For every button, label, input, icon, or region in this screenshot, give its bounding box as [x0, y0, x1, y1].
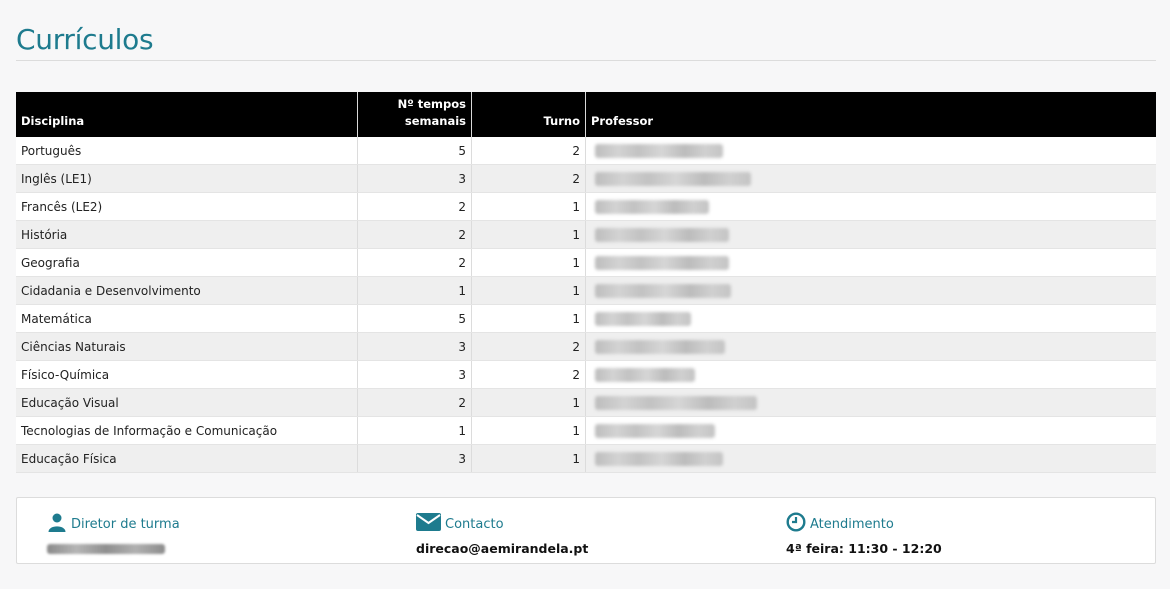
cell-tempos: 3	[357, 360, 472, 389]
header-tempos-line2: semanais	[404, 114, 466, 128]
header-turno: Turno	[471, 92, 586, 137]
table-row: Tecnologias de Informação e Comunicação 1…	[16, 416, 1156, 445]
clock-icon	[786, 512, 806, 536]
professor-name-redacted	[595, 367, 695, 382]
professor-name-redacted	[595, 171, 751, 186]
title-divider	[16, 60, 1156, 61]
cell-professor	[585, 416, 1156, 445]
cell-disciplina: Ciências Naturais	[16, 332, 358, 361]
table-row: Geografia 2 1	[16, 248, 1156, 277]
table-header-row: Disciplina Nº tempos semanais Turno Prof…	[16, 92, 1156, 137]
cell-professor	[585, 276, 1156, 305]
professor-name-redacted	[595, 339, 725, 354]
cell-turno: 1	[471, 388, 586, 417]
table-row: Português 5 2	[16, 137, 1156, 165]
contacto-label: Contacto	[445, 516, 504, 532]
cell-professor	[585, 137, 1156, 165]
cell-turno: 1	[471, 416, 586, 445]
cell-turno: 1	[471, 276, 586, 305]
cell-disciplina: Cidadania e Desenvolvimento	[16, 276, 358, 305]
professor-name-redacted	[595, 143, 723, 158]
table-row: Educação Física 3 1	[16, 444, 1156, 473]
diretor-section: Diretor de turma	[47, 512, 180, 558]
cell-professor	[585, 248, 1156, 277]
cell-professor	[585, 304, 1156, 333]
cell-professor	[585, 388, 1156, 417]
cell-disciplina: Português	[16, 137, 358, 165]
professor-name-redacted	[595, 255, 729, 270]
cell-turno: 2	[471, 360, 586, 389]
professor-name-redacted	[595, 199, 709, 214]
cell-turno: 1	[471, 304, 586, 333]
cell-professor	[585, 332, 1156, 361]
cell-tempos: 2	[357, 248, 472, 277]
atendimento-label: Atendimento	[810, 516, 894, 532]
cell-professor	[585, 164, 1156, 193]
cell-tempos: 2	[357, 388, 472, 417]
table-row: Educação Visual 2 1	[16, 388, 1156, 417]
cell-professor	[585, 360, 1156, 389]
contacto-section: Contacto direcao@aemirandela.pt	[416, 512, 588, 556]
header-professor: Professor	[585, 92, 1156, 137]
table-row: Matemática 5 1	[16, 304, 1156, 333]
atendimento-section: Atendimento 4ª feira: 11:30 - 12:20	[786, 512, 942, 556]
diretor-label: Diretor de turma	[71, 516, 180, 532]
table-row: Inglês (LE1) 3 2	[16, 164, 1156, 193]
table-row: História 2 1	[16, 220, 1156, 249]
cell-disciplina: Geografia	[16, 248, 358, 277]
cell-disciplina: Francês (LE2)	[16, 192, 358, 221]
professor-name-redacted	[595, 423, 715, 438]
cell-turno: 1	[471, 220, 586, 249]
cell-turno: 2	[471, 332, 586, 361]
cell-professor	[585, 192, 1156, 221]
cell-professor	[585, 220, 1156, 249]
cell-turno: 1	[471, 192, 586, 221]
professor-name-redacted	[595, 451, 723, 466]
cell-tempos: 1	[357, 416, 472, 445]
cell-disciplina: Educação Visual	[16, 388, 358, 417]
cell-tempos: 5	[357, 137, 472, 165]
curriculum-table: Disciplina Nº tempos semanais Turno Prof…	[16, 92, 1156, 473]
cell-disciplina: Inglês (LE1)	[16, 164, 358, 193]
cell-tempos: 3	[357, 332, 472, 361]
info-panel: Diretor de turma Contacto direcao@aemira…	[16, 497, 1156, 564]
table-row: Físico-Química 3 2	[16, 360, 1156, 389]
cell-tempos: 3	[357, 164, 472, 193]
cell-turno: 1	[471, 248, 586, 277]
user-icon	[47, 512, 67, 536]
cell-turno: 2	[471, 164, 586, 193]
cell-disciplina: História	[16, 220, 358, 249]
cell-disciplina: Matemática	[16, 304, 358, 333]
cell-tempos: 2	[357, 192, 472, 221]
cell-disciplina: Físico-Química	[16, 360, 358, 389]
cell-disciplina: Tecnologias de Informação e Comunicação	[16, 416, 358, 445]
cell-tempos: 5	[357, 304, 472, 333]
envelope-icon	[416, 512, 441, 536]
header-tempos: Nº tempos semanais	[357, 92, 472, 137]
contacto-email[interactable]: direcao@aemirandela.pt	[416, 541, 588, 556]
table-row: Ciências Naturais 3 2	[16, 332, 1156, 361]
cell-tempos: 2	[357, 220, 472, 249]
professor-name-redacted	[595, 311, 691, 326]
professor-name-redacted	[595, 395, 757, 410]
diretor-name-redacted	[47, 544, 165, 554]
cell-professor	[585, 444, 1156, 473]
cell-turno: 1	[471, 444, 586, 473]
header-disciplina: Disciplina	[16, 92, 358, 137]
atendimento-hours: 4ª feira: 11:30 - 12:20	[786, 541, 942, 556]
cell-tempos: 3	[357, 444, 472, 473]
professor-name-redacted	[595, 283, 731, 298]
table-row: Francês (LE2) 2 1	[16, 192, 1156, 221]
header-tempos-line1: Nº tempos	[397, 97, 466, 111]
page-title: Currículos	[16, 22, 154, 56]
table-row: Cidadania e Desenvolvimento 1 1	[16, 276, 1156, 305]
cell-turno: 2	[471, 137, 586, 165]
professor-name-redacted	[595, 227, 729, 242]
cell-disciplina: Educação Física	[16, 444, 358, 473]
cell-tempos: 1	[357, 276, 472, 305]
